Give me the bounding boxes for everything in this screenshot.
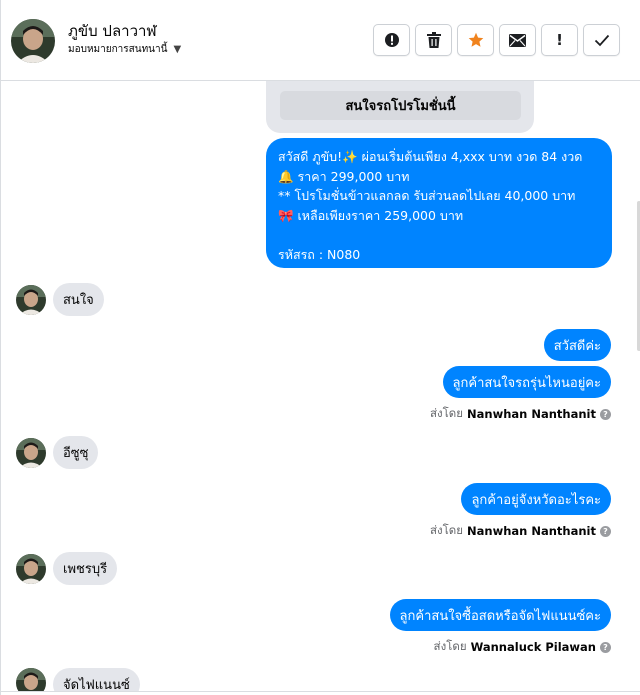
report-spam-button[interactable] — [373, 24, 410, 56]
sent-by-agent[interactable]: Nanwhan Nanthanit — [467, 524, 596, 538]
sent-by-label: ส่งโดย Nanwhan Nanthanit ? — [430, 522, 611, 540]
sent-by-prefix: ส่งโดย — [429, 523, 464, 537]
message-thread[interactable]: สนใจรถโปรโมชั่นนี้ สวัสดี ภูขับ!✨ ผ่อนเร… — [1, 81, 640, 695]
promo-line: 🔔 ราคา 299,000 บาท — [278, 168, 410, 184]
promo-card: สนใจรถโปรโมชั่นนี้ — [266, 81, 534, 133]
outgoing-message-bubble[interactable]: สวัสดีค่ะ — [543, 329, 611, 361]
composer-divider — [1, 691, 640, 695]
promo-message-bubble[interactable]: สวัสดี ภูขับ!✨ ผ่อนเริ่มต้นเพียง 4,xxx บ… — [266, 138, 612, 268]
follow-up-button[interactable]: ! — [541, 24, 578, 56]
mark-done-button[interactable] — [583, 24, 620, 56]
promo-line: ** โปรโมชั่นข้าวแลกลด รับส่วนลดไปเลย 40,… — [278, 188, 576, 204]
delete-button[interactable] — [415, 24, 452, 56]
contact-avatar — [16, 284, 46, 315]
star-icon — [468, 32, 483, 47]
trash-icon — [426, 32, 441, 48]
mark-unread-button[interactable] — [499, 24, 536, 56]
promo-line — [278, 225, 600, 245]
sent-by-prefix: ส่งโดย — [433, 639, 467, 653]
exclamation-circle-icon — [384, 33, 399, 47]
incoming-message-bubble[interactable]: อีซูซุ — [53, 436, 99, 469]
conversation-actions: ! — [373, 24, 620, 56]
incoming-message-bubble[interactable]: สนใจ — [53, 283, 104, 316]
incoming-message-row: อีซูซุ — [16, 436, 99, 469]
star-button[interactable] — [457, 24, 494, 56]
assign-label: มอบหมายการสนทนานี้ — [68, 44, 168, 55]
outgoing-message-bubble[interactable]: ลูกค้าสนใจรถรุ่นไหนอยู่คะ — [442, 366, 611, 398]
follow-up-label: ! — [556, 31, 563, 49]
promo-card-button[interactable]: สนใจรถโปรโมชั่นนี้ — [280, 91, 521, 120]
contact-name[interactable]: ภูขับ ปลาวาฬ — [68, 19, 157, 43]
sent-by-agent[interactable]: Wannaluck Pilawan — [471, 640, 596, 654]
assign-conversation-dropdown[interactable]: มอบหมายการสนทนานี้ ▼ — [68, 42, 181, 57]
outgoing-message-bubble[interactable]: ลูกค้าอยู่จังหวัดอะไรคะ — [461, 483, 611, 515]
outgoing-message-bubble[interactable]: ลูกค้าสนใจซื้อสดหรือจัดไฟแนนซ์คะ — [389, 599, 611, 631]
promo-line: สวัสดี ภูขับ!✨ ผ่อนเริ่มต้นเพียง 4,xxx บ… — [278, 149, 583, 164]
promo-line: รหัสรถ : N080 — [278, 246, 361, 262]
help-icon[interactable]: ? — [600, 408, 611, 420]
inbox-conversation-panel: ภูขับ ปลาวาฬ มอบหมายการสนทนานี้ ▼ ! สนใจ… — [0, 0, 640, 695]
incoming-message-row: เพชรบุรี — [16, 552, 118, 585]
sent-by-label: ส่งโดย Wannaluck Pilawan ? — [434, 638, 611, 656]
help-icon[interactable]: ? — [600, 641, 611, 653]
conversation-header: ภูขับ ปลาวาฬ มอบหมายการสนทนานี้ ▼ ! — [1, 0, 640, 81]
sent-by-label: ส่งโดย Nanwhan Nanthanit ? — [430, 405, 611, 423]
contact-avatar — [16, 553, 46, 584]
incoming-message-bubble[interactable]: เพชรบุรี — [53, 552, 118, 585]
promo-line: 🎀 เหลือเพียงราคา 259,000 บาท — [278, 207, 464, 223]
caret-down-icon: ▼ — [173, 44, 182, 55]
envelope-icon — [509, 33, 526, 47]
checkmark-icon — [594, 34, 609, 46]
sent-by-prefix: ส่งโดย — [429, 406, 464, 420]
incoming-message-row: สนใจ — [16, 283, 104, 316]
contact-avatar[interactable] — [11, 19, 55, 63]
help-icon[interactable]: ? — [600, 525, 611, 537]
contact-avatar — [16, 437, 46, 468]
sent-by-agent[interactable]: Nanwhan Nanthanit — [467, 407, 596, 421]
